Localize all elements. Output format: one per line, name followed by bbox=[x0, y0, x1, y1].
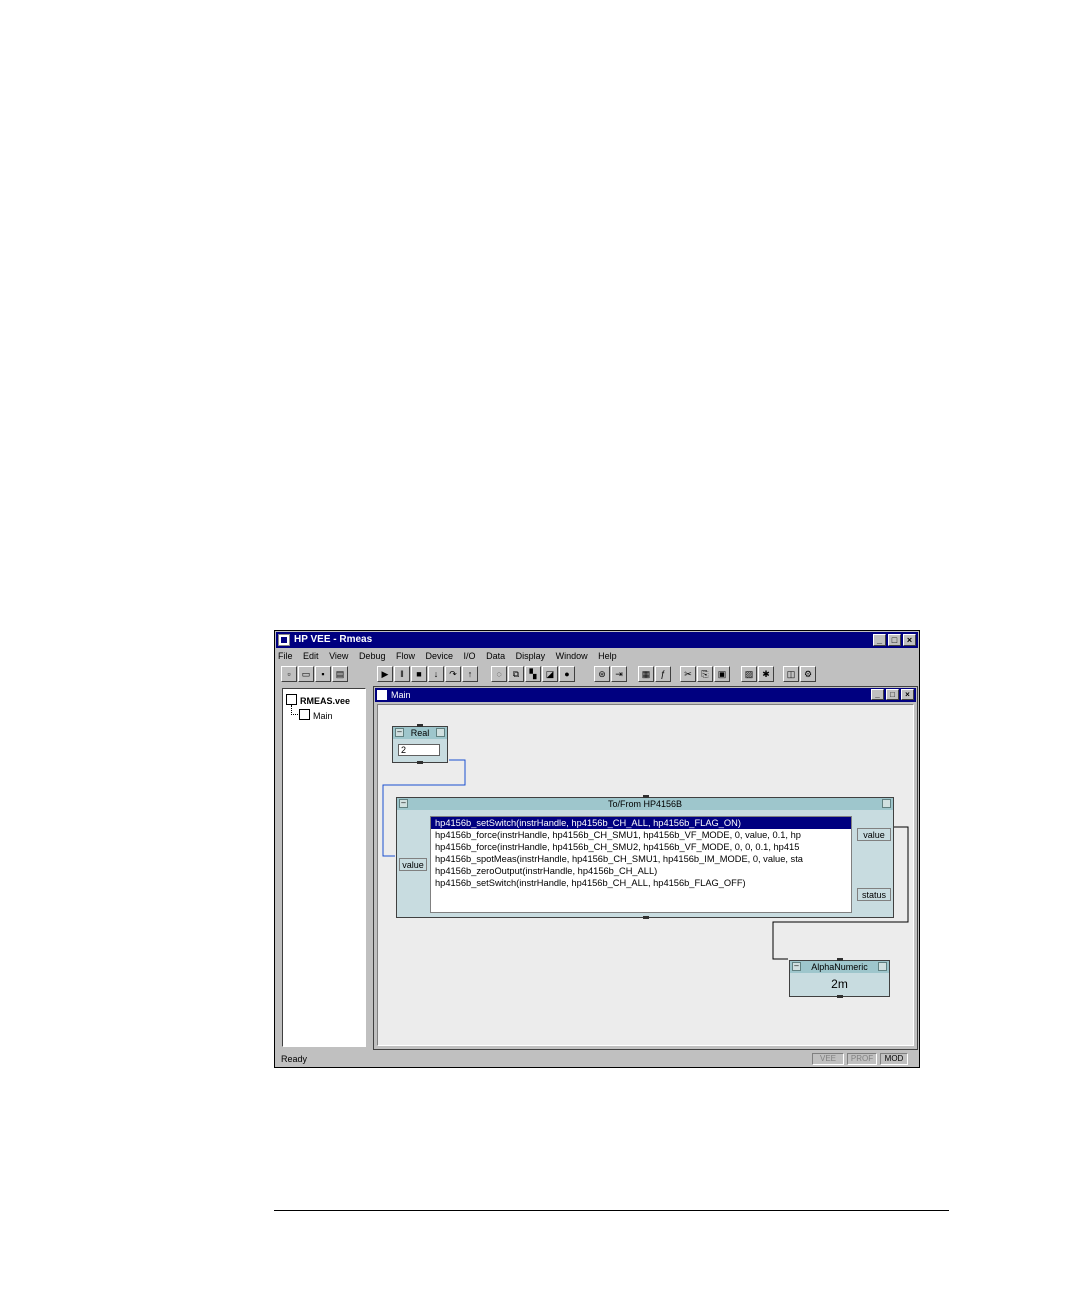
real-constant-object[interactable]: – Real 2 bbox=[392, 724, 448, 764]
menu-display[interactable]: Display bbox=[516, 651, 546, 661]
main-titlebar[interactable]: Main _ □ × bbox=[375, 688, 916, 702]
context-icon bbox=[299, 709, 310, 720]
workspace-canvas[interactable]: – Real 2 – To/From HP4156B value hp4156b… bbox=[377, 704, 914, 1046]
sequence-out-pin[interactable] bbox=[837, 995, 843, 998]
menu-debug[interactable]: Debug bbox=[359, 651, 386, 661]
print-icon[interactable]: ▤ bbox=[332, 666, 348, 682]
status-indicator-mod: MOD bbox=[880, 1053, 908, 1065]
app-window: HP VEE - Rmeas _ □ × File Edit View Debu… bbox=[274, 630, 920, 1068]
close-button[interactable]: × bbox=[903, 634, 916, 646]
app-title: HP VEE - Rmeas bbox=[294, 634, 373, 645]
transaction-line[interactable]: hp4156b_setSwitch(instrHandle, hp4156b_C… bbox=[431, 877, 851, 889]
sequence-out-pin[interactable] bbox=[643, 916, 649, 919]
save-icon[interactable]: ▪ bbox=[315, 666, 331, 682]
sequence-in-pin[interactable] bbox=[643, 795, 649, 798]
status-text: Ready bbox=[281, 1054, 308, 1064]
program-file-icon bbox=[286, 694, 297, 705]
tree-root-label: RMEAS.vee bbox=[300, 696, 351, 706]
main-window: Main _ □ × – Real 2 – To/From HP4156B va… bbox=[373, 686, 918, 1050]
app-icon[interactable] bbox=[278, 634, 290, 646]
minimize-object-icon[interactable]: – bbox=[792, 962, 801, 971]
toolbar: ▫ ▭ ▪ ▤ ▶ ‖ ■ ↓ ↷ ↑ ◌ ⧉ ▚ ◪ ● ⊛ ⇥ ▦ ƒ ✂ … bbox=[281, 666, 915, 684]
alphanumeric-display-object[interactable]: – AlphaNumeric 2m bbox=[789, 958, 890, 998]
object-menu-icon[interactable] bbox=[436, 728, 445, 737]
stop-icon[interactable]: ■ bbox=[411, 666, 427, 682]
main-close-button[interactable]: × bbox=[901, 689, 914, 700]
object-menu-icon[interactable] bbox=[882, 799, 891, 808]
output-pin-value[interactable]: value bbox=[857, 828, 891, 841]
create-panel-icon[interactable]: ▨ bbox=[741, 666, 757, 682]
find-icon[interactable]: ⊛ bbox=[594, 666, 610, 682]
main-window-title: Main bbox=[391, 690, 411, 700]
menu-device[interactable]: Device bbox=[426, 651, 454, 661]
open-icon[interactable]: ▭ bbox=[298, 666, 314, 682]
transaction-list[interactable]: hp4156b_setSwitch(instrHandle, hp4156b_C… bbox=[430, 816, 852, 913]
panel-view-icon[interactable]: ◫ bbox=[783, 666, 799, 682]
sequence-in-pin[interactable] bbox=[837, 958, 843, 961]
menu-help[interactable]: Help bbox=[598, 651, 617, 661]
show-exec-flow-icon[interactable]: ⧉ bbox=[508, 666, 524, 682]
minimize-button[interactable]: _ bbox=[873, 634, 886, 646]
alphanumeric-object-title: AlphaNumeric bbox=[811, 962, 868, 972]
main-window-icon[interactable] bbox=[377, 690, 387, 700]
tree-connector bbox=[291, 705, 298, 715]
minimize-object-icon[interactable]: – bbox=[395, 728, 404, 737]
minimize-object-icon[interactable]: – bbox=[399, 799, 408, 808]
pause-icon[interactable]: ‖ bbox=[394, 666, 410, 682]
cut-icon[interactable]: ✂ bbox=[680, 666, 696, 682]
breakpoint-icon[interactable]: ◪ bbox=[542, 666, 558, 682]
options-icon[interactable]: ⚙ bbox=[800, 666, 816, 682]
properties-icon[interactable]: ✱ bbox=[758, 666, 774, 682]
alphanumeric-object-header[interactable]: – AlphaNumeric bbox=[790, 961, 889, 973]
tree-item-label: Main bbox=[313, 711, 333, 721]
real-object-title: Real bbox=[410, 728, 430, 738]
new-icon[interactable]: ▫ bbox=[281, 666, 297, 682]
app-titlebar[interactable]: HP VEE - Rmeas _ □ × bbox=[276, 632, 918, 648]
menu-flow[interactable]: Flow bbox=[396, 651, 415, 661]
maximize-button[interactable]: □ bbox=[888, 634, 901, 646]
real-object-header[interactable]: – Real bbox=[393, 727, 447, 739]
tree-item-main[interactable]: Main bbox=[299, 709, 333, 721]
run-icon[interactable]: ▶ bbox=[377, 666, 393, 682]
status-indicator-prof: PROF bbox=[847, 1053, 877, 1065]
show-data-flow-icon[interactable]: ◌ bbox=[491, 666, 507, 682]
program-explorer: RMEAS.vee Main bbox=[282, 688, 366, 1047]
status-indicator-vee: VEE bbox=[812, 1053, 844, 1065]
menu-view[interactable]: View bbox=[329, 651, 348, 661]
page-footer-rule bbox=[274, 1210, 949, 1211]
transaction-line[interactable]: hp4156b_spotMeas(instrHandle, hp4156b_CH… bbox=[431, 853, 851, 865]
transaction-line[interactable]: hp4156b_zeroOutput(instrHandle, hp4156b_… bbox=[431, 865, 851, 877]
menu-io[interactable]: I/O bbox=[464, 651, 476, 661]
step-out-icon[interactable]: ↑ bbox=[462, 666, 478, 682]
clear-breakpoints-icon[interactable]: ● bbox=[559, 666, 575, 682]
input-pin-value[interactable]: value bbox=[399, 858, 427, 871]
main-restore-button[interactable]: □ bbox=[886, 689, 899, 700]
menu-data[interactable]: Data bbox=[486, 651, 505, 661]
menu-window[interactable]: Window bbox=[556, 651, 588, 661]
instrument-manager-icon[interactable]: ▦ bbox=[638, 666, 654, 682]
tofrom-hp4156b-object[interactable]: – To/From HP4156B value hp4156b_setSwitc… bbox=[396, 795, 894, 919]
copy-icon[interactable]: ⎘ bbox=[697, 666, 713, 682]
transaction-line[interactable]: hp4156b_setSwitch(instrHandle, hp4156b_C… bbox=[431, 817, 851, 829]
real-value-field[interactable]: 2 bbox=[398, 744, 440, 756]
tofrom-object-title: To/From HP4156B bbox=[607, 799, 683, 809]
function-icon[interactable]: ƒ bbox=[655, 666, 671, 682]
line-probe-icon[interactable]: ▚ bbox=[525, 666, 541, 682]
menu-edit[interactable]: Edit bbox=[303, 651, 319, 661]
menu-file[interactable]: File bbox=[278, 651, 293, 661]
menu-bar: File Edit View Debug Flow Device I/O Dat… bbox=[278, 649, 916, 663]
sequence-out-pin[interactable] bbox=[417, 761, 423, 764]
object-menu-icon[interactable] bbox=[878, 962, 887, 971]
output-pin-status[interactable]: status bbox=[857, 888, 891, 901]
step-into-icon[interactable]: ↓ bbox=[428, 666, 444, 682]
go-to-icon[interactable]: ⇥ bbox=[611, 666, 627, 682]
sequence-in-pin[interactable] bbox=[417, 724, 423, 727]
paste-icon[interactable]: ▣ bbox=[714, 666, 730, 682]
alphanumeric-value: 2m bbox=[831, 977, 848, 991]
tofrom-object-header[interactable]: – To/From HP4156B bbox=[397, 798, 893, 810]
main-minimize-button[interactable]: _ bbox=[871, 689, 884, 700]
step-over-icon[interactable]: ↷ bbox=[445, 666, 461, 682]
transaction-line[interactable]: hp4156b_force(instrHandle, hp4156b_CH_SM… bbox=[431, 841, 851, 853]
transaction-line[interactable]: hp4156b_force(instrHandle, hp4156b_CH_SM… bbox=[431, 829, 851, 841]
